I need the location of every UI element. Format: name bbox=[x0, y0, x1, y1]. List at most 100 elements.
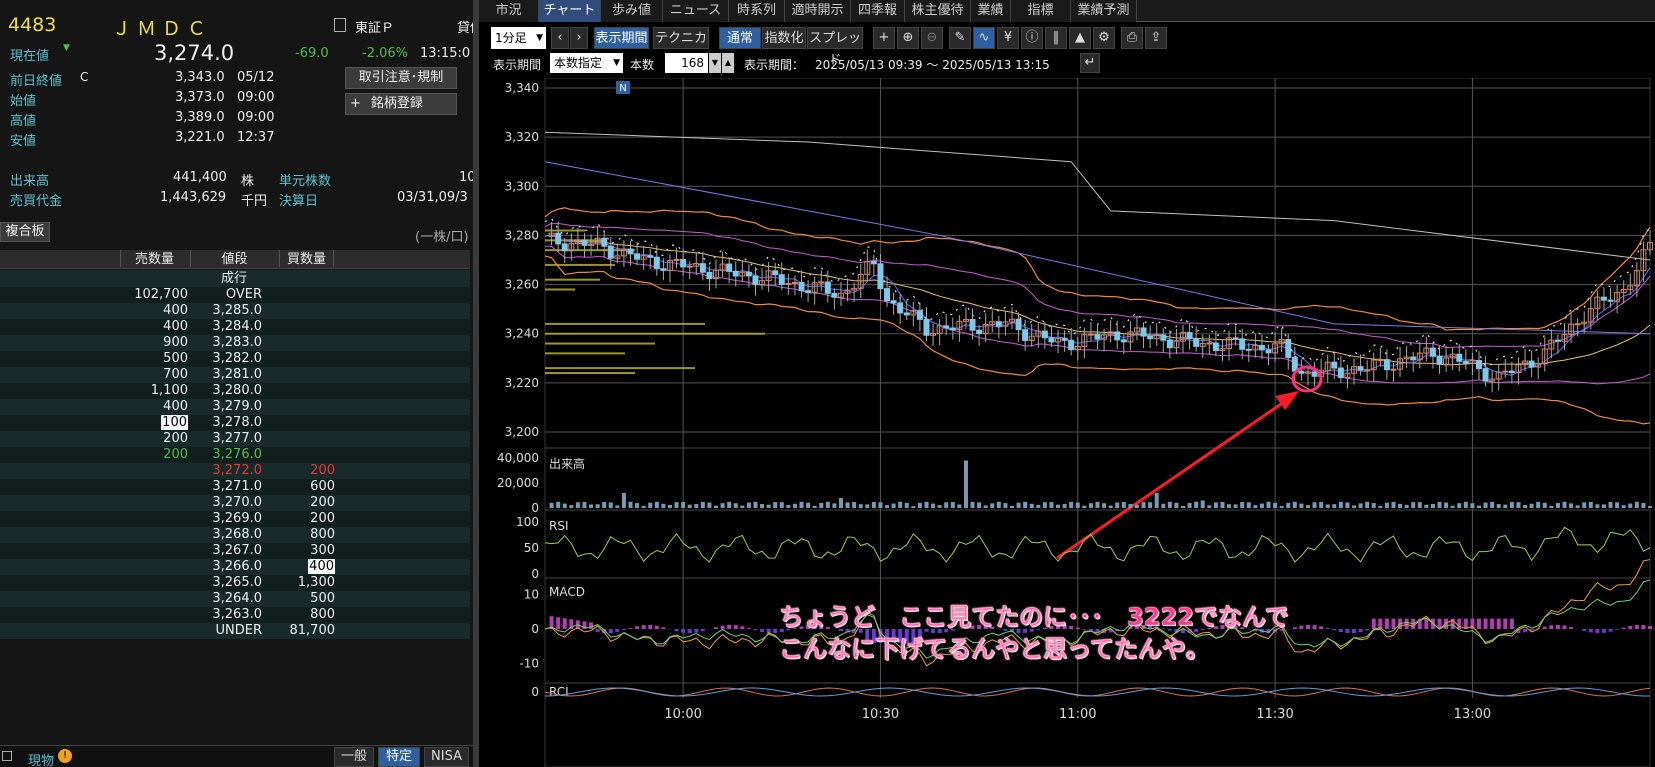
tab-disclosure[interactable]: 適時開示 bbox=[785, 0, 851, 22]
orderbook-row[interactable]: 3,269.0 200 bbox=[0, 511, 470, 527]
register-button[interactable]: + 銘柄登録 bbox=[345, 93, 457, 115]
spread-button[interactable]: スプレッド bbox=[807, 27, 863, 68]
tab-timeseries[interactable]: 時系列 bbox=[729, 0, 785, 22]
tab-specific[interactable]: 特定 bbox=[378, 747, 420, 767]
macd-histogram-bar bbox=[1490, 618, 1495, 629]
orderbook-row[interactable]: 3,270.0 200 bbox=[0, 495, 470, 511]
macd-histogram-bar bbox=[1424, 618, 1429, 629]
orderbook-row[interactable]: 200 3,276.0 bbox=[0, 447, 470, 463]
candle-down bbox=[1462, 360, 1469, 364]
tab-ticks[interactable]: 歩み値 bbox=[601, 0, 663, 22]
orderbook-row[interactable]: 200 3,277.0 bbox=[0, 431, 470, 447]
orderbook-row[interactable]: 3,271.0 600 bbox=[0, 479, 470, 495]
orderbook-row[interactable]: 900 3,283.0 bbox=[0, 335, 470, 351]
orderbook-row[interactable]: 400 3,279.0 bbox=[0, 399, 470, 415]
macd-histogram-bar bbox=[1391, 618, 1396, 629]
export-icon[interactable]: ⇪ bbox=[1145, 27, 1167, 49]
macd-histogram-bar bbox=[608, 629, 613, 633]
yen-icon[interactable]: ¥ bbox=[997, 27, 1019, 49]
orderbook-row[interactable]: 3,264.0 500 bbox=[0, 591, 470, 607]
print-icon[interactable]: ⎙ bbox=[1121, 27, 1143, 49]
prev-button[interactable]: ‹ bbox=[551, 27, 569, 49]
volume-bar bbox=[1141, 502, 1146, 508]
volume-bar bbox=[1213, 502, 1218, 508]
volume-bar bbox=[1325, 504, 1330, 508]
rsi-tick-label: 0 bbox=[531, 567, 539, 581]
period-button[interactable]: 表示期間 bbox=[594, 27, 649, 49]
candle-icon[interactable]: ‖ bbox=[1045, 27, 1067, 49]
reset-icon[interactable]: ↵ bbox=[1080, 53, 1100, 73]
technical-button[interactable]: テクニカル bbox=[653, 27, 709, 68]
volume-bar bbox=[1128, 504, 1133, 508]
volume-bar bbox=[773, 502, 778, 508]
window-icon[interactable] bbox=[2, 751, 12, 761]
orderbook-row[interactable]: 500 3,282.0 bbox=[0, 351, 470, 367]
tab-results[interactable]: 業績 bbox=[971, 0, 1011, 22]
pencil-icon[interactable]: ✎ bbox=[949, 27, 971, 49]
tab-nisa[interactable]: NISA bbox=[424, 747, 469, 767]
volume-bar bbox=[720, 503, 725, 508]
tab-chart[interactable]: チャート bbox=[539, 0, 601, 22]
tab-yutai[interactable]: 株主優待 bbox=[905, 0, 971, 22]
candle-down bbox=[1239, 338, 1246, 350]
document-icon[interactable] bbox=[334, 18, 346, 32]
interval-select[interactable]: 1分足 ▼ bbox=[491, 27, 546, 49]
orderbook-row[interactable]: 400 3,284.0 bbox=[0, 319, 470, 335]
tab-shikiho[interactable]: 四季報 bbox=[851, 0, 905, 22]
bars-input[interactable]: 168 bbox=[665, 53, 708, 73]
orderbook-row[interactable]: 700 3,281.0 bbox=[0, 367, 470, 383]
volume-unit: 株 bbox=[241, 174, 255, 189]
orderbook-row[interactable]: 102,700 OVER bbox=[0, 287, 470, 303]
macd-histogram-bar bbox=[1588, 629, 1593, 633]
orderbook-row[interactable]: 3,268.0 800 bbox=[0, 527, 470, 543]
period-mode-select[interactable]: 本数指定 ▼ bbox=[550, 53, 623, 73]
info-icon[interactable]: ⓘ bbox=[1021, 27, 1043, 49]
orderbook-row[interactable]: 3,266.0 400 bbox=[0, 559, 470, 575]
candle-down bbox=[1311, 371, 1318, 377]
candle-down bbox=[831, 292, 838, 298]
orderbook-row[interactable]: 3,272.0 200 bbox=[0, 463, 470, 479]
orderbook-row[interactable]: 3,267.0 300 bbox=[0, 543, 470, 559]
orderbook-row[interactable]: 3,265.0 1,300 bbox=[0, 575, 470, 591]
order-notice-button[interactable]: 取引注意･規制 bbox=[345, 67, 457, 89]
volume-bar bbox=[1358, 503, 1363, 508]
wrench-icon[interactable]: ⚙ bbox=[1093, 27, 1115, 49]
orderbook-price: 3,284.0 bbox=[212, 319, 262, 334]
tab-forecast[interactable]: 業績予測 bbox=[1071, 0, 1137, 22]
board-button[interactable]: 複合板 bbox=[0, 222, 50, 242]
tab-market[interactable]: 市況 bbox=[479, 0, 539, 22]
bars-up-icon[interactable]: ▲ bbox=[722, 53, 734, 73]
macd-histogram-bar bbox=[562, 618, 567, 629]
volume-bar bbox=[1102, 503, 1107, 508]
bars-down-icon[interactable]: ▼ bbox=[709, 53, 721, 73]
orderbook-row[interactable]: 100 3,278.0 bbox=[0, 415, 470, 431]
candle-down bbox=[1160, 334, 1167, 341]
next-button[interactable]: › bbox=[570, 27, 588, 49]
volume-bar bbox=[1062, 503, 1067, 508]
orderbook-row[interactable]: UNDER 81,700 bbox=[0, 623, 470, 639]
zoom-in-icon[interactable]: ⊕ bbox=[897, 27, 919, 49]
area-chart-icon[interactable]: ▲ bbox=[1069, 27, 1091, 49]
orderbook-price: 3,285.0 bbox=[212, 303, 262, 318]
zoom-out-icon[interactable]: ⊖ bbox=[921, 27, 943, 49]
tab-indicators[interactable]: 指標 bbox=[1011, 0, 1071, 22]
index-button[interactable]: 指数化 bbox=[762, 27, 806, 49]
period-label: 表示期間 bbox=[493, 58, 542, 72]
warning-icon[interactable]: ! bbox=[58, 749, 72, 763]
orderbook-buy-qty: 600 bbox=[310, 479, 335, 494]
orderbook-row[interactable]: 400 3,285.0 bbox=[0, 303, 470, 319]
tab-general[interactable]: 一般 bbox=[334, 747, 374, 767]
rsi-panel-label: RSI bbox=[549, 519, 569, 533]
volume-bar bbox=[608, 502, 613, 508]
normal-button[interactable]: 通常 bbox=[719, 27, 761, 49]
orderbook-sell-qty: 500 bbox=[163, 351, 188, 366]
trend-icon[interactable]: ∿ bbox=[973, 27, 995, 49]
orderbook-row[interactable]: 3,263.0 800 bbox=[0, 607, 470, 623]
open-time: 09:00 bbox=[237, 90, 275, 105]
tab-news[interactable]: ニュース bbox=[663, 0, 729, 22]
crosshair-icon[interactable]: + bbox=[873, 27, 895, 49]
orderbook-row[interactable]: 1,100 3,280.0 bbox=[0, 383, 470, 399]
open-value: 3,373.0 bbox=[175, 90, 225, 105]
volume-bar bbox=[1240, 501, 1245, 508]
orderbook-sell-qty bbox=[120, 591, 188, 607]
